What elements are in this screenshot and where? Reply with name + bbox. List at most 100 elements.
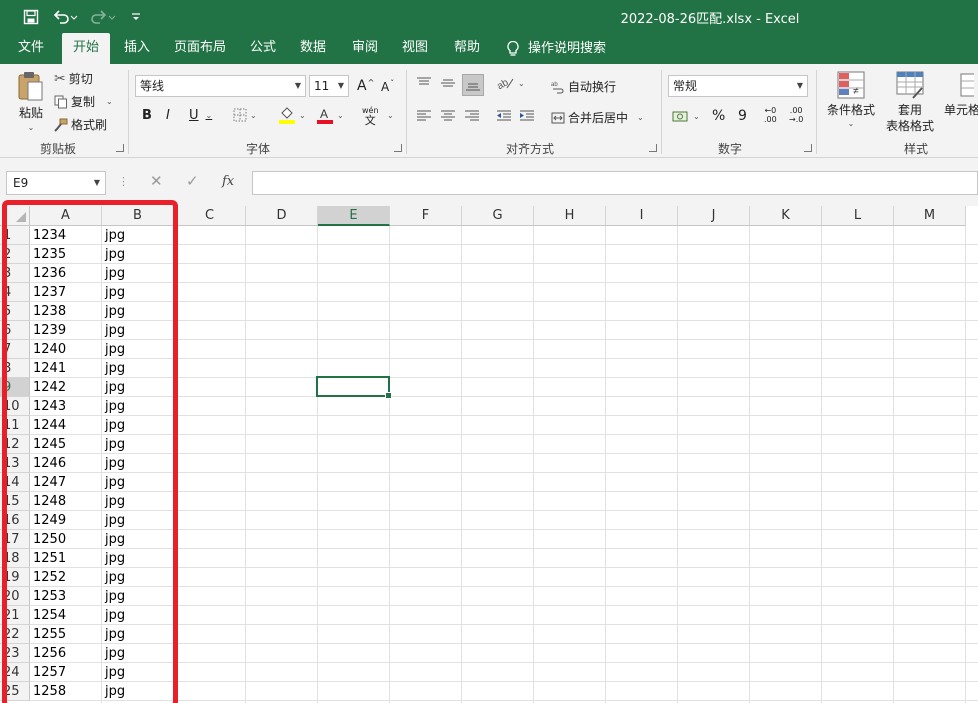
fx-label: fx (222, 174, 235, 189)
align-left-button[interactable] (416, 109, 432, 123)
tab-formulas[interactable]: 公式 (242, 33, 284, 64)
comma-style-button[interactable]: 9 (738, 108, 747, 124)
formula-input[interactable] (252, 171, 978, 195)
accounting-format-button[interactable]: ⌄ (672, 109, 700, 123)
save-icon[interactable] (20, 7, 42, 27)
cut-label: 剪切 (68, 72, 93, 86)
comma-label: 9 (738, 108, 747, 124)
number-format-select[interactable]: 常规 ▼ (668, 75, 808, 97)
tab-page-layout[interactable]: 页面布局 (168, 33, 232, 64)
tell-me-label: 操作说明搜索 (528, 41, 607, 56)
tab-data[interactable]: 数据 (292, 33, 334, 64)
column-header-g[interactable]: G (462, 206, 534, 226)
copy-button[interactable]: 复制 ⌄ (54, 93, 113, 110)
border-button[interactable]: ⌄ (233, 108, 257, 122)
column-header-d[interactable]: D (246, 206, 318, 226)
font-name-value: 等线 (140, 79, 165, 93)
column-header-k[interactable]: K (750, 206, 822, 226)
align-top-button[interactable] (416, 76, 432, 90)
column-header-m[interactable]: M (894, 206, 966, 226)
font-color-icon: A (317, 107, 333, 124)
column-header-c[interactable]: C (174, 206, 246, 226)
tab-view[interactable]: 视图 (394, 33, 436, 64)
column-header-h[interactable]: H (534, 206, 606, 226)
decrease-decimal-icon: .00 (789, 106, 803, 115)
alignment-launcher[interactable] (649, 144, 657, 152)
align-right-button[interactable] (464, 109, 480, 123)
conditional-formatting-button[interactable]: ≠ 条件格式 ⌄ (824, 70, 878, 128)
tell-me-search[interactable]: 操作说明搜索 (506, 33, 606, 64)
paste-icon (18, 72, 43, 101)
font-launcher[interactable] (394, 144, 402, 152)
svg-text:A: A (320, 107, 328, 121)
column-header-f[interactable]: F (390, 206, 462, 226)
increase-indent-button[interactable] (519, 109, 535, 123)
number-format-value: 常规 (673, 79, 698, 93)
cut-button[interactable]: ✂ 剪切 (54, 70, 93, 87)
cancel-formula-icon[interactable]: ✕ (150, 172, 163, 192)
active-cell[interactable] (316, 376, 392, 399)
wrap-text-button[interactable]: ab 自动换行 (551, 78, 616, 95)
shrink-font-label: A (381, 80, 390, 94)
svg-text:≠: ≠ (853, 86, 859, 97)
currency-icon (672, 111, 688, 122)
bold-button[interactable]: B (142, 108, 152, 123)
percent-button[interactable]: % (712, 108, 725, 124)
italic-button[interactable]: I (166, 108, 170, 123)
cell-styles-button[interactable]: 单元格 (944, 70, 978, 118)
wrap-text-icon: ab (551, 82, 564, 93)
align-center-icon (441, 110, 455, 121)
phonetic-dropdown-icon[interactable]: ⌄ (387, 111, 394, 120)
font-size-select[interactable]: 11 ▼ (309, 75, 349, 97)
increase-decimal-button[interactable]: ←0 .00 (764, 106, 777, 124)
font-color-button[interactable]: A ⌄ (316, 106, 344, 124)
column-header-l[interactable]: L (822, 206, 894, 226)
insert-function-button[interactable]: fx (222, 174, 234, 194)
merge-center-button[interactable]: 合并后居中 ⌄ (551, 109, 644, 126)
highlight-annotation-box (2, 200, 178, 703)
clipboard-group-label: 剪贴板 (39, 142, 76, 156)
paint-bucket-icon (279, 107, 295, 124)
paste-button[interactable]: 粘贴 ⌄ (12, 70, 50, 136)
brush-icon (54, 118, 68, 132)
align-bottom-button[interactable] (462, 74, 484, 96)
undo-icon[interactable] (50, 7, 80, 27)
name-box[interactable]: E9 ▼ (6, 171, 106, 195)
percent-label: % (712, 108, 726, 124)
fill-color-button[interactable]: ⌄ (278, 106, 306, 124)
merge-center-label: 合并后居中 (568, 111, 629, 125)
column-header-i[interactable]: I (606, 206, 678, 226)
ribbon-tabs: 文件 开始 插入 页面布局 公式 数据 审阅 视图 帮助 (0, 33, 978, 64)
format-as-table-label-2: 表格格式 (885, 119, 934, 133)
tab-help[interactable]: 帮助 (446, 33, 488, 64)
confirm-formula-icon[interactable]: ✓ (186, 172, 199, 192)
underline-label: U (189, 108, 199, 123)
paste-label: 粘贴 (18, 106, 43, 120)
decrease-decimal-button[interactable]: .00 →.0 (789, 106, 803, 124)
underline-button[interactable]: U ⌄ (189, 108, 212, 123)
align-center-button[interactable] (440, 109, 456, 123)
window-title: 2022-08-26匹配.xlsx - Excel (620, 12, 800, 27)
phonetic-button[interactable]: wén 文 (362, 106, 379, 128)
formula-bar-menu-icon[interactable]: ⋮ (118, 175, 129, 195)
column-header-j[interactable]: J (678, 206, 750, 226)
tab-file[interactable]: 文件 (8, 33, 54, 64)
font-name-select[interactable]: 等线 ▼ (135, 75, 306, 97)
tab-insert[interactable]: 插入 (116, 33, 158, 64)
align-middle-button[interactable] (440, 76, 456, 90)
tab-review[interactable]: 审阅 (344, 33, 386, 64)
shrink-font-button[interactable]: Aˇ (381, 79, 394, 95)
number-launcher[interactable] (804, 144, 812, 152)
clipboard-launcher[interactable] (116, 144, 124, 152)
format-painter-button[interactable]: 格式刷 (54, 116, 107, 133)
decrease-decimal-label: →.0 (789, 115, 804, 124)
grow-font-button[interactable]: A ^ (357, 78, 374, 95)
scissors-icon: ✂ (54, 70, 66, 87)
redo-icon[interactable] (88, 7, 118, 27)
orientation-button[interactable]: ab ⌄ (497, 76, 525, 90)
customize-toolbar-icon[interactable] (128, 7, 144, 27)
column-header-e[interactable]: E (318, 206, 390, 226)
tab-home[interactable]: 开始 (62, 33, 110, 64)
format-as-table-button[interactable]: 套用 表格格式 (880, 70, 940, 134)
decrease-indent-button[interactable] (496, 109, 512, 123)
